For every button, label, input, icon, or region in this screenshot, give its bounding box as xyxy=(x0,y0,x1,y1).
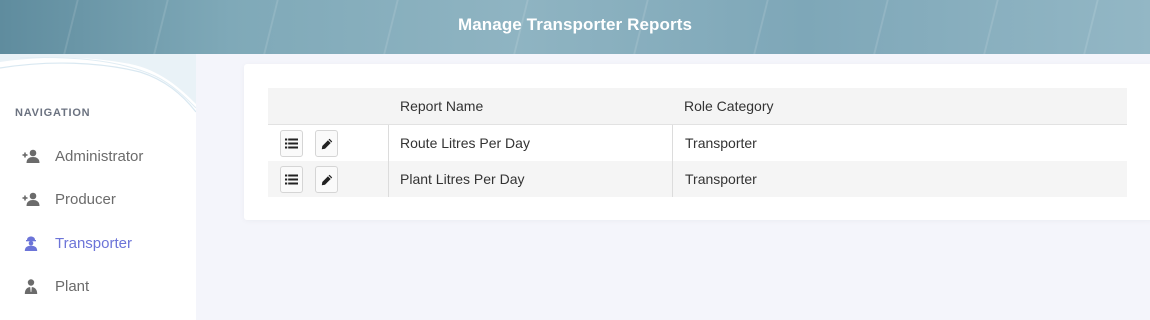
column-header-role-category: Role Category xyxy=(684,98,774,114)
pencil-icon xyxy=(321,174,332,185)
list-icon xyxy=(285,174,298,185)
sidebar-item-producer[interactable]: Producer xyxy=(22,186,116,212)
sidebar-item-administrator[interactable]: Administrator xyxy=(22,143,143,169)
header-bar: Manage Transporter Reports xyxy=(0,0,1150,54)
sidebar-item-transporter[interactable]: Transporter xyxy=(22,230,132,256)
user-plus-icon xyxy=(22,191,40,207)
sidebar-item-plant[interactable]: Plant xyxy=(22,273,89,299)
list-view-button[interactable] xyxy=(280,166,303,193)
sidebar-item-label: Administrator xyxy=(55,147,144,165)
role-category-cell: Transporter xyxy=(685,171,757,187)
plant-user-icon xyxy=(22,278,40,294)
report-name-cell: Plant Litres Per Day xyxy=(400,171,525,187)
reports-table: Report Name Role Category Route Litres P… xyxy=(268,88,1127,197)
table-header: Report Name Role Category xyxy=(268,88,1127,125)
edit-button[interactable] xyxy=(315,130,338,157)
edit-button[interactable] xyxy=(315,166,338,193)
table-row: Route Litres Per Day Transporter xyxy=(268,125,1127,161)
role-category-cell: Transporter xyxy=(685,135,757,151)
sidebar-wave-decoration xyxy=(0,54,196,113)
sidebar-item-label: Plant xyxy=(55,277,90,295)
list-icon xyxy=(285,138,298,149)
report-name-cell: Route Litres Per Day xyxy=(400,135,530,151)
table-row: Plant Litres Per Day Transporter xyxy=(268,161,1127,197)
pencil-icon xyxy=(321,138,332,149)
sidebar: NAVIGATION Administrator Producer Transp… xyxy=(0,54,196,320)
column-header-report-name: Report Name xyxy=(400,98,484,114)
sidebar-item-label: Transporter xyxy=(55,234,132,252)
list-view-button[interactable] xyxy=(280,130,303,157)
page-title: Manage Transporter Reports xyxy=(457,15,693,34)
nav-heading: NAVIGATION xyxy=(15,107,91,119)
transporter-icon xyxy=(22,235,40,251)
reports-card: Report Name Role Category Route Litres P… xyxy=(244,64,1150,220)
sidebar-item-label: Producer xyxy=(55,190,116,208)
user-plus-icon xyxy=(22,148,40,164)
